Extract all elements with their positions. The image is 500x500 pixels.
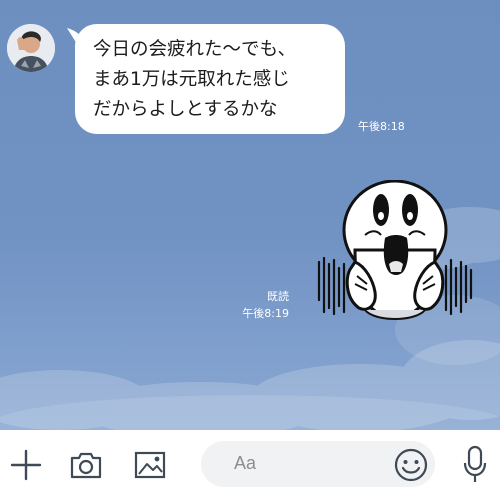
read-receipt: 既読 [267,290,289,303]
plus-icon[interactable] [9,448,43,482]
message-line: 今日の会疲れた〜でも、 [93,39,296,60]
image-icon[interactable] [133,448,167,482]
message-line: だからよしとするかな [93,99,278,120]
message-line: まあ1万は元取れた感じ [93,69,290,90]
incoming-message-bubble[interactable]: 今日の会疲れた〜でも、 まあ1万は元取れた感じ だからよしとするかな [75,24,345,134]
sticker-moon-shock[interactable] [315,180,475,330]
message-timestamp: 午後8:19 [242,307,289,320]
camera-icon[interactable] [69,448,103,482]
input-placeholder: Aa [234,453,257,473]
message-timestamp: 午後8:18 [358,120,405,133]
emoji-icon[interactable] [393,447,429,483]
chat-area: 今日の会疲れた〜でも、 まあ1万は元取れた感じ だからよしとするかな 午後8:1… [0,0,500,430]
mic-icon[interactable] [462,445,488,485]
contact-avatar[interactable] [7,24,55,72]
